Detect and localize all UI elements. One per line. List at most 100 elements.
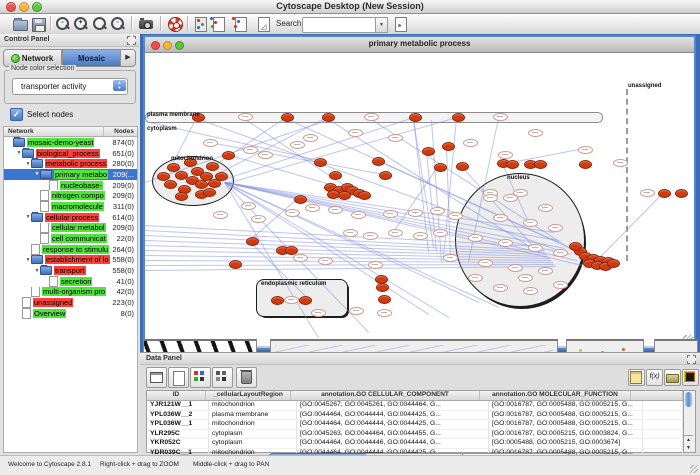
network-node[interactable]	[640, 189, 655, 197]
network-node[interactable]	[303, 134, 318, 142]
matrix-view-icon[interactable]	[682, 369, 699, 386]
import-attribute-file-icon[interactable]	[664, 369, 681, 386]
network-node-selected[interactable]	[246, 237, 259, 246]
network-node[interactable]	[528, 244, 543, 252]
network-node[interactable]	[468, 274, 483, 282]
network-node-selected[interactable]	[206, 162, 219, 171]
network-canvas[interactable]: plasma membrane cytoplasm mitochondrion …	[145, 53, 694, 346]
network-node-selected[interactable]	[322, 113, 335, 122]
tree-row-secretion[interactable]: secretion41(0)	[4, 276, 137, 287]
network-node[interactable]	[243, 146, 258, 154]
table-row[interactable]: YJR121W__1mitochondrion[GO:0045267, GO:0…	[147, 401, 683, 411]
network-node[interactable]	[328, 206, 343, 214]
network-node[interactable]	[293, 254, 308, 262]
tree-row-nitrogen-compo[interactable]: nitrogen compo209(0)	[4, 190, 137, 201]
window-resize-grip[interactable]	[690, 465, 698, 473]
network-node-selected[interactable]	[215, 172, 228, 181]
network-node-selected[interactable]	[442, 142, 455, 151]
float-panel-icon[interactable]	[687, 355, 696, 364]
network-node-selected[interactable]	[378, 295, 391, 304]
network-node[interactable]	[613, 159, 628, 167]
network-node[interactable]	[364, 113, 379, 121]
tree-row-metabolic-process[interactable]: ▼metabolic process280(0)	[4, 158, 137, 169]
table-row[interactable]: YPL036W__2plasma membrane[GO:0044464, GO…	[147, 411, 683, 421]
network-node[interactable]	[408, 209, 423, 217]
network-node-selected[interactable]	[338, 191, 351, 200]
column-header--cellularlayoutregion[interactable]: _cellularLayoutRegion	[206, 391, 291, 400]
table-scrollbar[interactable]: ▲▼	[683, 390, 696, 453]
network-node-selected[interactable]	[175, 192, 188, 201]
network-node-selected[interactable]	[422, 147, 435, 156]
tree-row-multi-organism-pro[interactable]: multi-organism pro42(0)	[4, 287, 137, 298]
table-row[interactable]: YKR052Ccytoplasm[GO:0044464, GO:0044446,…	[147, 439, 683, 449]
tree-row-primary-metabo[interactable]: ▼primary metabo209(...	[4, 169, 137, 180]
network-node-selected[interactable]	[203, 188, 216, 197]
attribute-editor-icon[interactable]	[628, 369, 645, 386]
tree-row-cellular-metabol[interactable]: cellular metabol209(0)	[4, 223, 137, 234]
network-node[interactable]	[305, 204, 320, 212]
delete-attribute-icon[interactable]	[236, 367, 257, 388]
network-node[interactable]	[290, 141, 305, 149]
tree-row-cell-communicat[interactable]: cell communicat22(0)	[4, 233, 137, 244]
scrollbar-thumb[interactable]	[685, 392, 692, 407]
network-node-selected[interactable]	[376, 283, 389, 292]
zoom-in-icon[interactable]: +	[73, 16, 89, 32]
network-node-selected[interactable]	[409, 113, 422, 122]
network-node[interactable]	[383, 210, 398, 218]
column-header-id[interactable]: ID	[147, 391, 206, 400]
network-node[interactable]	[513, 189, 528, 197]
network-node[interactable]	[363, 232, 378, 240]
help-lifesaver-icon[interactable]	[167, 16, 183, 32]
vizmapper-icon[interactable]	[192, 16, 208, 32]
network-node[interactable]	[538, 204, 553, 212]
network-node[interactable]	[368, 261, 383, 269]
network-node-selected[interactable]	[675, 189, 688, 198]
tree-row-unassigned[interactable]: unassigned223(0)	[4, 297, 137, 308]
network-node[interactable]	[349, 307, 364, 315]
search-dropdown-arrow[interactable]: ▼	[375, 17, 388, 33]
select-nodes-checkbox[interactable]: ✓	[10, 108, 23, 121]
network-node[interactable]	[351, 211, 366, 219]
search-input[interactable]	[302, 17, 380, 33]
annotation-icon[interactable]: ◿	[255, 16, 271, 32]
network-node[interactable]	[498, 151, 513, 159]
import-attributes-icon[interactable]	[232, 16, 248, 32]
network-node-selected[interactable]	[506, 160, 519, 169]
more-tabs-button[interactable]: ▶	[121, 49, 136, 67]
network-node[interactable]	[493, 214, 508, 222]
network-node-selected[interactable]	[271, 296, 284, 305]
network-node[interactable]	[377, 309, 392, 317]
column-header-annotation-go-cellular-component[interactable]: annotation.GO CELLULAR_COMPONENT	[291, 391, 480, 400]
unselect-attributes-icon[interactable]	[212, 367, 233, 388]
network-node[interactable]	[348, 129, 363, 137]
network-node-selected[interactable]	[314, 158, 327, 167]
import-network-icon[interactable]	[210, 16, 226, 32]
tree-row-response-to-stimulu[interactable]: response to stimulu264(0)	[4, 244, 137, 255]
network-node[interactable]	[468, 234, 483, 242]
tree-row-cellular-process[interactable]: ▼cellular process614(0)	[4, 212, 137, 223]
network-node[interactable]	[343, 229, 358, 237]
network-node[interactable]	[538, 267, 553, 275]
network-node[interactable]	[318, 257, 333, 265]
network-node[interactable]	[238, 113, 253, 121]
network-node[interactable]	[478, 259, 493, 267]
network-node[interactable]	[213, 211, 228, 219]
network-node-selected[interactable]	[579, 160, 592, 169]
network-node-selected[interactable]	[434, 163, 447, 172]
network-node[interactable]	[443, 254, 458, 262]
network-node[interactable]	[493, 284, 508, 292]
network-node[interactable]	[203, 139, 218, 147]
float-panel-icon[interactable]	[127, 36, 136, 45]
network-node[interactable]	[448, 212, 463, 220]
network-node[interactable]	[493, 113, 508, 121]
tree-row-mosaic-demo-yeast[interactable]: mosaic-demo-yeast874(0)	[4, 137, 137, 148]
network-node-selected[interactable]	[299, 296, 312, 305]
network-node-selected[interactable]	[534, 160, 547, 169]
zoom-selected-icon[interactable]	[92, 16, 108, 32]
tree-row-establishment-of-lo[interactable]: ▼establishment of lo558(0)	[4, 255, 137, 266]
network-node-selected[interactable]	[358, 191, 371, 200]
zoom-fit-icon[interactable]: ▫	[110, 16, 126, 32]
tree-row-macromolecule[interactable]: macromolecule311(0)	[4, 201, 137, 212]
network-node[interactable]	[523, 219, 538, 227]
snapshot-camera-icon[interactable]	[138, 16, 154, 32]
